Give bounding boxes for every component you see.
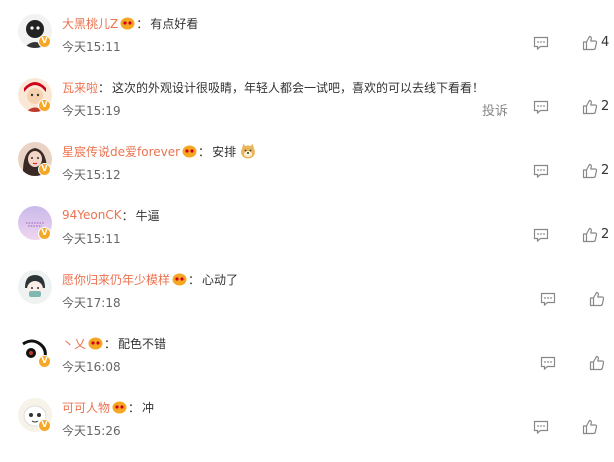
reply-icon[interactable] — [540, 356, 556, 370]
like-icon[interactable] — [582, 99, 598, 115]
reply-icon[interactable] — [533, 228, 549, 242]
verified-badge-icon: V — [38, 419, 51, 432]
comment-item: V 星宸传说de爱forever ： 安排 今天15:12 2 — [0, 142, 614, 206]
like-icon[interactable] — [582, 163, 598, 179]
username-link[interactable]: 94YeonCK — [62, 208, 122, 222]
reply-icon[interactable] — [533, 36, 549, 50]
doge-emoji-icon — [241, 143, 256, 159]
comment-item: V 可可人物 ： 冲 今天15:26 — [0, 398, 614, 462]
username-link[interactable]: 愿你归来仍年少模样 — [62, 271, 170, 288]
comment-item: V 大黑桃儿Z ： 有点好看 今天15:11 4 — [0, 14, 614, 78]
avatar[interactable] — [18, 270, 52, 304]
reply-icon[interactable] — [533, 420, 549, 434]
comment-time: 今天17:18 — [62, 296, 121, 310]
comment-item: V 丶乂 ： 配色不错 今天16:08 — [0, 334, 614, 398]
comment-time: 今天16:08 — [62, 360, 121, 374]
fan-medal-icon — [88, 337, 103, 349]
like-icon[interactable] — [589, 355, 605, 371]
comment-time: 今天15:11 — [62, 40, 121, 54]
like-icon[interactable] — [589, 291, 605, 307]
comment-text: 有点好看 — [150, 16, 199, 31]
comment-text: 心动了 — [202, 272, 239, 287]
like-icon[interactable] — [582, 35, 598, 51]
reply-icon[interactable] — [540, 292, 556, 306]
username-link[interactable]: 星宸传说de爱forever — [62, 143, 180, 160]
comment-text: 安排 — [212, 144, 237, 159]
username-link[interactable]: 可可人物 — [62, 399, 110, 416]
verified-badge-icon: V — [38, 227, 51, 240]
verified-badge-icon: V — [38, 35, 51, 48]
comment-item: V 94YeonCK ： 牛逼 今天15:11 2 — [0, 206, 614, 270]
comment-text: 这次的外观设计很吸睛，年轻人都会一试吧，喜欢的可以去线下看看！ — [112, 80, 485, 95]
fan-medal-icon — [182, 145, 197, 157]
comment-time: 今天15:19 — [62, 104, 121, 118]
verified-badge-icon: V — [38, 355, 51, 368]
like-count: 2 — [601, 227, 610, 242]
comment-item: 愿你归来仍年少模样 ： 心动了 今天17:18 — [0, 270, 614, 334]
report-link[interactable]: 投诉 — [482, 100, 508, 119]
reply-icon[interactable] — [533, 164, 549, 178]
comment-text: 配色不错 — [118, 336, 167, 351]
comment-item: V 瓦来啦 ： 这次的外观设计很吸睛，年轻人都会一试吧，喜欢的可以去线下看看！ … — [0, 78, 614, 142]
fan-medal-icon — [112, 401, 127, 413]
like-count: 2 — [601, 99, 610, 114]
like-count: 2 — [601, 163, 610, 178]
comment-time: 今天15:12 — [62, 168, 121, 182]
comment-time: 今天15:26 — [62, 424, 121, 438]
username-link[interactable]: 丶乂 — [62, 335, 86, 352]
fan-medal-icon — [172, 273, 187, 285]
like-icon[interactable] — [582, 227, 598, 243]
like-icon[interactable] — [582, 419, 598, 435]
comment-time: 今天15:11 — [62, 232, 121, 246]
comment-text: 冲 — [142, 400, 155, 415]
reply-icon[interactable] — [533, 100, 549, 114]
comment-text: 牛逼 — [135, 208, 160, 223]
like-count: 4 — [601, 35, 610, 50]
username-link[interactable]: 大黑桃儿Z — [62, 15, 118, 32]
username-link[interactable]: 瓦来啦 — [62, 79, 98, 96]
verified-badge-icon: V — [38, 163, 51, 176]
fan-medal-icon — [120, 17, 135, 29]
verified-badge-icon: V — [38, 99, 51, 112]
